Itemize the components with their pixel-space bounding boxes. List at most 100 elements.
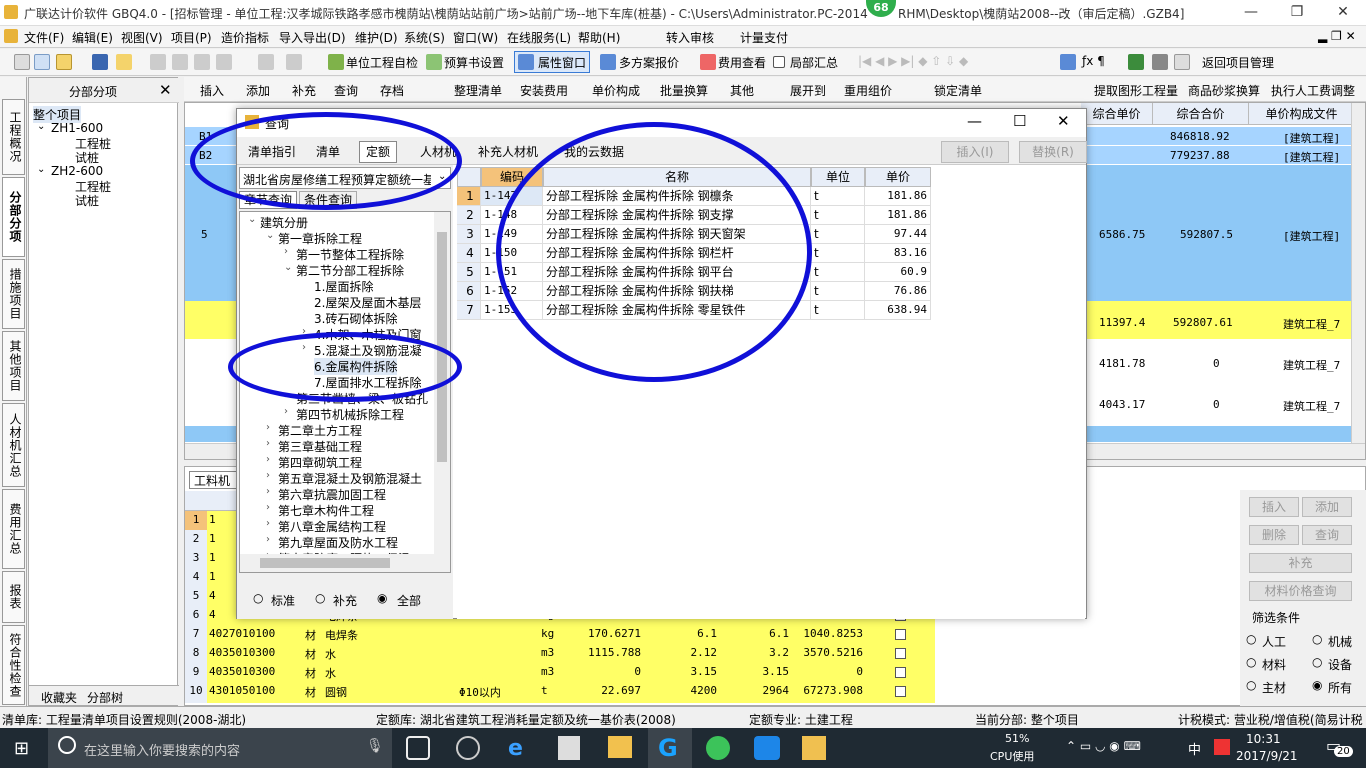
- query-button[interactable]: 查询: [1302, 525, 1352, 545]
- calculator-icon[interactable]: [1060, 54, 1076, 70]
- chapter-tree-item[interactable]: 第一章拆除工程: [278, 230, 362, 247]
- tab-project-overview[interactable]: 工程概况: [2, 99, 25, 175]
- subtab-chapter-query[interactable]: 章节查询: [239, 191, 298, 209]
- quota-library-select[interactable]: 湖北省房屋修缮工程预算定额统一基 ⌄: [239, 167, 451, 189]
- tab-quota[interactable]: 定额: [359, 141, 398, 163]
- task-view-icon[interactable]: [406, 736, 430, 760]
- tree-item-zh2-test[interactable]: 试桩: [75, 192, 99, 209]
- row-index[interactable]: 5: [457, 263, 481, 282]
- menu-edit[interactable]: 编辑(E): [72, 29, 113, 46]
- chapter-tree-item[interactable]: 第四节机械拆除工程: [296, 406, 404, 423]
- row-price[interactable]: 60.9: [865, 263, 931, 282]
- tree-expand-icon[interactable]: ›: [284, 246, 288, 257]
- close-window-button[interactable]: ✕: [1320, 2, 1366, 24]
- tray-icons[interactable]: ⌃ ▭ ◡ ◉ ⌨: [1066, 739, 1141, 753]
- menu-audit[interactable]: 转入审核: [666, 29, 714, 46]
- other-menu[interactable]: 其他: [730, 82, 754, 99]
- dialog-maximize-icon[interactable]: ☐: [1013, 112, 1026, 130]
- organize-list-menu[interactable]: 整理清单: [454, 82, 502, 99]
- chapter-tree-item[interactable]: 第八章金属结构工程: [278, 518, 386, 535]
- save-icon[interactable]: [92, 54, 108, 70]
- menu-cost-index[interactable]: 造价指标: [221, 29, 269, 46]
- radio-all-icon[interactable]: ◉: [377, 591, 387, 605]
- chapter-tree-item[interactable]: 建筑分册: [260, 214, 308, 231]
- chapter-tree-item[interactable]: 7.屋面排水工程拆除: [314, 374, 421, 391]
- microphone-icon[interactable]: 🎙: [366, 738, 384, 754]
- tree-expand-icon[interactable]: ›: [266, 534, 270, 545]
- tab-list[interactable]: 清单: [309, 141, 347, 163]
- install-cost-menu[interactable]: 安装费用: [520, 82, 568, 99]
- folder-icon[interactable]: [116, 54, 132, 70]
- chapter-tree-item[interactable]: 第三节凿墙、梁、板钻孔: [296, 390, 428, 407]
- row-name[interactable]: 分部工程拆除 金属构件拆除 钢栏杆: [543, 244, 811, 263]
- add-menu[interactable]: 添加: [246, 82, 270, 99]
- row-checkbox[interactable]: [895, 686, 906, 697]
- multi-plan-button[interactable]: 多方案报价: [619, 54, 679, 71]
- tree-expand-icon[interactable]: ›: [266, 438, 270, 449]
- self-check-button[interactable]: 单位工程自检: [346, 54, 418, 71]
- table-icon[interactable]: [1152, 54, 1168, 70]
- tab-favorites[interactable]: 收藏夹: [41, 689, 77, 706]
- dialog-close-icon[interactable]: ✕: [1057, 112, 1070, 130]
- expand-to-menu[interactable]: 展开到: [790, 82, 826, 99]
- hscroll-thumb[interactable]: [260, 558, 390, 568]
- row-price[interactable]: 181.86: [865, 206, 931, 225]
- radio-icon[interactable]: ○: [1246, 678, 1256, 692]
- blue-app-icon[interactable]: [754, 736, 780, 760]
- row-code[interactable]: 1-150: [481, 244, 543, 263]
- paste-icon[interactable]: [194, 54, 210, 70]
- price-composition-menu[interactable]: 单价构成: [592, 82, 640, 99]
- row-price[interactable]: 181.86: [865, 187, 931, 206]
- tab-supplement-material[interactable]: 补充人材机: [471, 141, 545, 163]
- redo-icon[interactable]: [286, 54, 302, 70]
- tree-expand-icon[interactable]: ›: [302, 342, 306, 353]
- tree-expand-icon[interactable]: ›: [284, 390, 288, 401]
- copy-icon[interactable]: [172, 54, 188, 70]
- row-checkbox[interactable]: [895, 629, 906, 640]
- menu-view[interactable]: 视图(V): [121, 29, 163, 46]
- supplement-button[interactable]: 补充: [1249, 553, 1352, 573]
- row-name[interactable]: 分部工程拆除 金属构件拆除 钢支撑: [543, 206, 811, 225]
- tree-expand-icon[interactable]: ›: [266, 470, 270, 481]
- tree-expand-icon[interactable]: ⌄: [37, 164, 45, 175]
- edge-icon[interactable]: e: [508, 736, 534, 761]
- tab-labor-material[interactable]: 人材机: [413, 141, 463, 163]
- tab-my-cloud[interactable]: 我的云数据: [557, 141, 631, 163]
- delete-button[interactable]: 删除: [1249, 525, 1299, 545]
- row-index[interactable]: 6: [457, 282, 481, 301]
- tab-other-items[interactable]: 其他项目: [2, 331, 25, 401]
- ime-indicator[interactable]: 中: [1188, 739, 1201, 758]
- chapter-tree-hscroll[interactable]: [240, 554, 450, 572]
- labor-adjust-button[interactable]: 执行人工费调整: [1271, 82, 1355, 99]
- row-code[interactable]: 1-147: [481, 187, 543, 206]
- row-unit[interactable]: t: [811, 225, 865, 244]
- tab-section-tree[interactable]: 分部树: [87, 689, 123, 706]
- menu-online[interactable]: 在线服务(L): [507, 29, 571, 46]
- add-button[interactable]: 添加: [1302, 497, 1352, 517]
- row-unit[interactable]: t: [811, 263, 865, 282]
- return-project-button[interactable]: 返回项目管理: [1202, 54, 1274, 71]
- tree-expand-icon[interactable]: ›: [266, 502, 270, 513]
- menu-help[interactable]: 帮助(H): [578, 29, 620, 46]
- radio-icon[interactable]: ○: [1312, 632, 1322, 646]
- subtab-condition-query[interactable]: 条件查询: [299, 191, 358, 209]
- radio-supplement-icon[interactable]: ○: [315, 591, 325, 605]
- green-app-icon[interactable]: [706, 736, 730, 760]
- chapter-tree-item[interactable]: 3.砖石砌体拆除: [314, 310, 397, 327]
- insert-button[interactable]: 插入: [1249, 497, 1299, 517]
- radio-icon[interactable]: ○: [1312, 655, 1322, 669]
- radio-icon[interactable]: ◉: [1312, 678, 1322, 692]
- row-index[interactable]: 3: [457, 225, 481, 244]
- tree-item-zh2[interactable]: ZH2-600: [51, 164, 103, 178]
- new-file-icon[interactable]: [14, 54, 30, 70]
- tree-expand-icon[interactable]: ⌄: [37, 121, 45, 132]
- row-name[interactable]: 分部工程拆除 金属构件拆除 零星铁件: [543, 301, 811, 320]
- notepad-app-icon[interactable]: [802, 736, 826, 760]
- query-menu[interactable]: 查询: [334, 82, 358, 99]
- clock-time[interactable]: 10:31: [1246, 732, 1281, 746]
- material-price-query-button[interactable]: 材料价格查询: [1249, 581, 1352, 601]
- chapter-tree-item[interactable]: 第七章木构件工程: [278, 502, 374, 519]
- row-price[interactable]: 76.86: [865, 282, 931, 301]
- scrollbar-thumb[interactable]: [437, 232, 447, 462]
- row-unit[interactable]: t: [811, 282, 865, 301]
